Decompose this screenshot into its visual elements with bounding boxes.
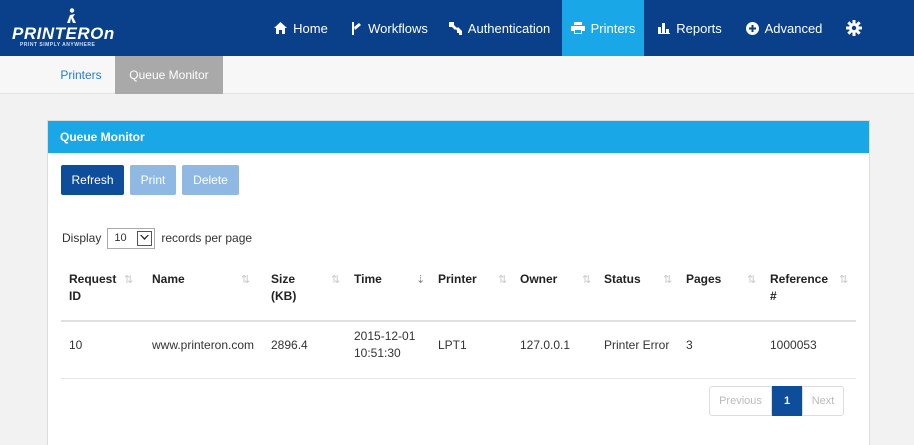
column-header-size[interactable]: Size (KB) — [271, 271, 296, 305]
delete-button[interactable]: Delete — [182, 165, 239, 195]
pagination-next[interactable]: Next — [802, 386, 844, 416]
gear-icon — [846, 20, 862, 36]
logo-figure-icon — [67, 8, 76, 23]
cell-owner: 127.0.0.1 — [520, 338, 571, 352]
nav-advanced[interactable]: Advanced — [738, 0, 830, 56]
column-header-reference[interactable]: Reference # — [770, 271, 828, 305]
key-icon — [448, 21, 462, 35]
cell-printer: LPT1 — [438, 338, 467, 352]
settings-button[interactable] — [836, 0, 872, 56]
cell-status: Printer Error — [604, 338, 670, 352]
column-header-request-id[interactable]: Request ID — [69, 271, 116, 305]
header-divider — [61, 320, 856, 322]
queue-monitor-panel: Queue Monitor Refresh Print Delete Displ… — [47, 120, 870, 445]
cell-time: 2015-12-01 10:51:30 — [354, 329, 416, 360]
print-button[interactable]: Print — [130, 165, 176, 195]
pagination-page-1[interactable]: 1 — [772, 386, 802, 416]
bar-chart-icon — [658, 22, 671, 34]
home-icon — [274, 22, 288, 34]
records-per-page-label: records per page — [161, 231, 253, 245]
cell-request-id: 10 — [69, 338, 83, 352]
sort-desc-icon[interactable]: ⇣ — [416, 273, 425, 286]
column-header-pages[interactable]: Pages — [686, 271, 721, 288]
column-header-status[interactable]: Status — [604, 271, 641, 288]
sort-icon[interactable]: ⇅ — [747, 273, 756, 286]
sort-icon[interactable]: ⇅ — [124, 273, 133, 286]
nav-reports-label: Reports — [676, 20, 722, 36]
sort-icon[interactable]: ⇅ — [498, 273, 507, 286]
nav-advanced-label: Advanced — [764, 20, 823, 36]
column-header-owner[interactable]: Owner — [520, 271, 557, 288]
plus-circle-icon — [745, 21, 759, 35]
sort-icon[interactable]: ⇅ — [241, 273, 250, 286]
top-navbar: PRINTEROn PRINT SIMPLY ANYWHERE Home Wor… — [0, 0, 914, 56]
workflow-icon — [352, 21, 362, 35]
pagination-previous[interactable]: Previous — [709, 386, 772, 416]
sort-icon[interactable]: ⇅ — [839, 273, 848, 286]
sub-navigation: Printers Queue Monitor — [0, 56, 914, 94]
chevron-down-icon — [137, 230, 153, 246]
display-label: Display — [62, 231, 102, 245]
records-per-page-select[interactable]: 10 — [107, 227, 156, 249]
printer-icon — [570, 22, 585, 34]
nav-printers[interactable]: Printers — [562, 0, 644, 56]
page-length-control: Display 10 records per page — [62, 227, 252, 249]
column-header-name[interactable]: Name — [152, 271, 185, 288]
subtab-printers[interactable]: Printers — [47, 56, 115, 94]
refresh-button[interactable]: Refresh — [61, 165, 124, 195]
subtab-queue-monitor[interactable]: Queue Monitor — [115, 56, 223, 94]
cell-reference: 1000053 — [770, 338, 817, 352]
sort-icon[interactable]: ⇅ — [331, 273, 340, 286]
nav-home-label: Home — [293, 20, 328, 36]
cell-size: 2896.4 — [271, 338, 308, 352]
column-header-time[interactable]: Time — [354, 271, 382, 288]
sort-icon[interactable]: ⇅ — [582, 273, 591, 286]
nav-authentication[interactable]: Authentication — [443, 0, 556, 56]
nav-home[interactable]: Home — [270, 0, 332, 56]
nav-reports[interactable]: Reports — [650, 0, 730, 56]
nav-workflows-label: Workflows — [368, 20, 428, 36]
nav-authentication-label: Authentication — [467, 20, 551, 36]
sort-icon[interactable]: ⇅ — [663, 273, 672, 286]
printeron-logo[interactable]: PRINTEROn PRINT SIMPLY ANYWHERE — [12, 8, 132, 48]
column-header-printer[interactable]: Printer — [438, 271, 477, 288]
cell-pages: 3 — [686, 338, 693, 352]
nav-workflows[interactable]: Workflows — [343, 0, 435, 56]
panel-title: Queue Monitor — [48, 121, 869, 153]
brand-name: PRINTEROn — [12, 24, 115, 43]
nav-printers-label: Printers — [590, 20, 636, 36]
brand-tagline: PRINT SIMPLY ANYWHERE — [20, 42, 96, 48]
row-divider — [61, 378, 856, 379]
cell-name: www.printeron.com — [152, 338, 255, 352]
records-per-page-value: 10 — [114, 232, 127, 244]
